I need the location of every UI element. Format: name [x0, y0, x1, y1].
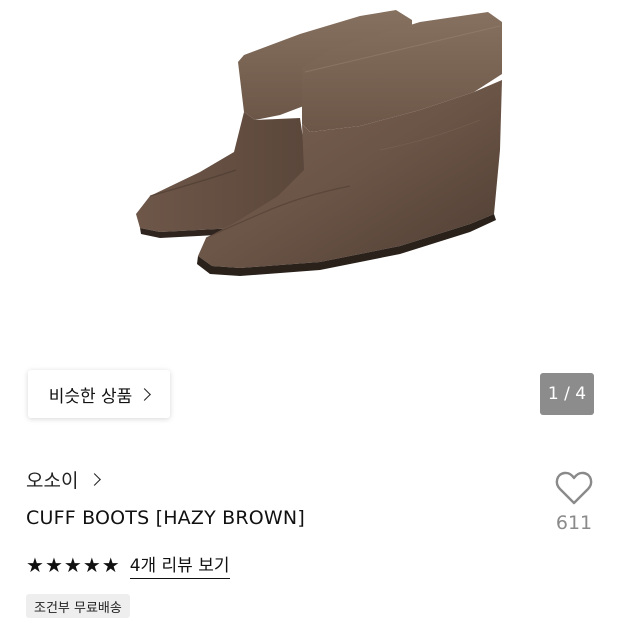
shipping-badge: 조건부 무료배송 [26, 594, 130, 618]
like-count: 611 [555, 512, 593, 534]
chevron-right-icon [88, 473, 102, 486]
star-icon: ★ [26, 553, 44, 577]
star-icon: ★ [44, 553, 63, 577]
star-icon: ★ [101, 553, 120, 577]
boots-image [136, 10, 502, 276]
product-title: CUFF BOOTS [HAZY BROWN] [26, 507, 305, 529]
brand-link[interactable]: 오소이 [26, 466, 102, 493]
rating-stars: ★ ★ ★ ★ ★ [26, 555, 120, 575]
rating-row: ★ ★ ★ ★ ★ 4개 리뷰 보기 [26, 551, 230, 579]
heart-icon [555, 471, 593, 505]
like-button[interactable]: 611 [552, 470, 596, 534]
star-icon: ★ [63, 553, 82, 577]
image-pager: 1 / 4 [540, 373, 594, 415]
review-link[interactable]: 4개 리뷰 보기 [129, 551, 230, 579]
similar-products-label: 비슷한 상품 [48, 386, 133, 407]
chevron-right-icon [138, 387, 152, 401]
star-icon: ★ [82, 553, 101, 577]
brand-name: 오소이 [26, 470, 79, 492]
similar-products-button[interactable]: 비슷한 상품 [28, 370, 170, 418]
product-image-area[interactable] [0, 0, 620, 350]
